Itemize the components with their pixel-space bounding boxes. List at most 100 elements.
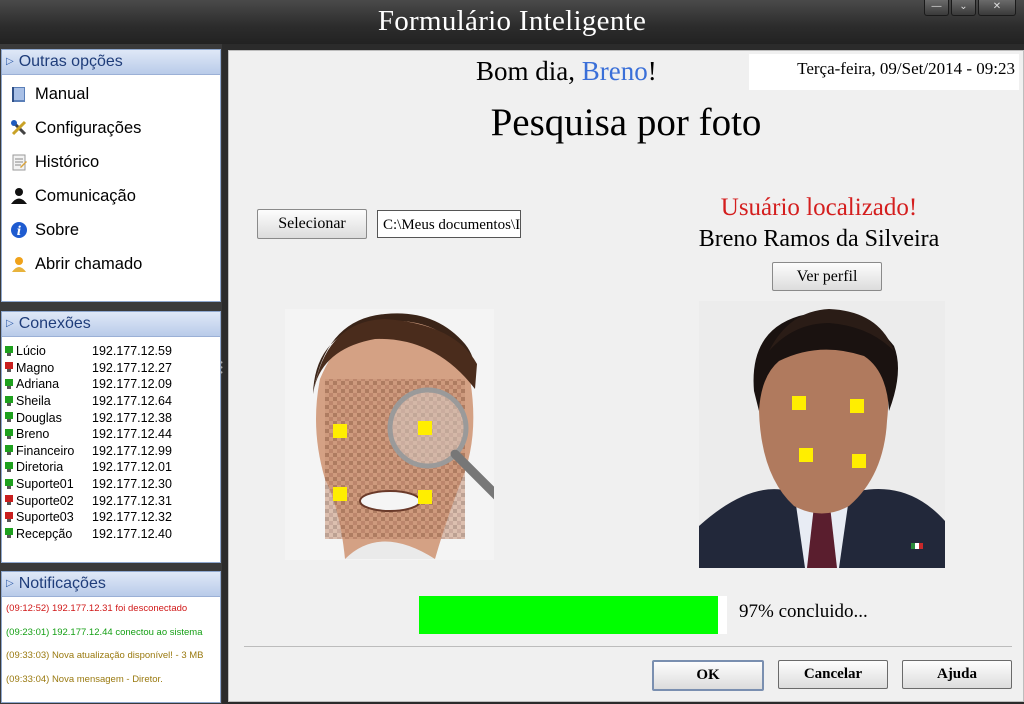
connection-ip: 192.177.12.30 — [92, 477, 172, 492]
notification-item: (09:12:52) 192.177.12.31 foi desconectad… — [6, 603, 188, 614]
connection-ip: 192.177.12.40 — [92, 526, 172, 541]
cancel-button[interactable]: Cancelar — [778, 660, 888, 689]
connection-name: Magno — [16, 360, 55, 375]
connection-row[interactable]: Suporte01 192.177.12.30 — [2, 476, 220, 493]
computer-online-icon — [5, 478, 14, 490]
connection-name: Financeiro — [16, 443, 75, 458]
connection-row[interactable]: Magno 192.177.12.27 — [2, 360, 220, 377]
connection-name: Breno — [16, 427, 50, 442]
notification-item: (09:23:01) 192.177.12.44 conectou ao sis… — [6, 626, 203, 638]
computer-online-icon — [5, 345, 14, 357]
window-title: Formulário Inteligente — [377, 5, 647, 37]
matched-photo — [699, 301, 945, 568]
connection-row[interactable]: Recepção 192.177.12.40 — [2, 526, 220, 543]
menu-item-configuracoes[interactable]: Configurações — [2, 111, 220, 145]
page-title: Pesquisa por foto — [490, 101, 762, 144]
connections-list: Lúcio 192.177.12.59 Magno 192.177.12.27 Adri… — [2, 337, 220, 542]
svg-text:i: i — [17, 224, 22, 238]
connection-row[interactable]: Lúcio 192.177.12.59 — [2, 343, 220, 360]
history-icon — [12, 154, 27, 171]
progress-fill — [419, 596, 718, 634]
panel-splitter[interactable]: • • • — [220, 359, 226, 380]
computer-offline-icon — [5, 362, 14, 373]
restore-button[interactable]: ⌄ — [951, 0, 976, 16]
tools-icon — [11, 120, 27, 136]
window-controls: — ⌄ ✕ — [922, 0, 1016, 16]
menu-item-historico[interactable]: Histórico — [2, 145, 220, 179]
connection-ip: 192.177.12.59 — [92, 344, 172, 359]
notification-item: (09:33:03) Nova atualização disponível! … — [6, 650, 204, 661]
computer-online-icon — [5, 378, 14, 390]
connection-ip: 192.177.12.32 — [92, 510, 172, 525]
connection-row[interactable]: Douglas 192.177.12.38 — [2, 409, 220, 426]
computer-online-icon — [5, 528, 14, 539]
connection-row[interactable]: Financeiro 192.177.12.99 — [2, 443, 220, 460]
connection-row[interactable]: Suporte02 192.177.12.31 — [2, 492, 220, 509]
computer-offline-icon — [5, 511, 14, 523]
menu-item-manual[interactable]: Manual — [2, 77, 220, 111]
connection-name: Lúcio — [16, 344, 46, 359]
menu-item-comunicacao[interactable]: Comunicação — [2, 179, 220, 213]
computer-online-icon — [5, 461, 14, 473]
options-panel-header[interactable]: ▷ Outras opções — [2, 50, 220, 75]
computer-online-icon — [5, 445, 14, 456]
query-face-image — [313, 313, 494, 559]
connection-row[interactable]: Suporte03 192.177.12.32 — [2, 509, 220, 526]
connection-ip: 192.177.12.64 — [92, 394, 172, 409]
computer-online-icon — [5, 428, 14, 440]
notifications-panel: ▷ Notificações (09:12:52) 192.177.12.31 f… — [1, 571, 221, 703]
connection-row[interactable]: Diretoria 192.177.12.01 — [2, 459, 220, 476]
user-icon — [11, 188, 27, 204]
connection-ip: 192.177.12.31 — [92, 493, 172, 508]
notifications-list: (09:12:52) 192.177.12.31 foi desconectad… — [2, 597, 220, 691]
computer-online-icon — [5, 395, 14, 407]
connection-row[interactable]: Adriana 192.177.12.09 — [2, 376, 220, 393]
help-button[interactable]: Ajuda — [902, 660, 1012, 689]
connection-ip: 192.177.12.99 — [92, 443, 172, 458]
expand-triangle-icon: ▷ — [6, 318, 14, 329]
connection-ip: 192.177.12.27 — [92, 360, 172, 375]
connection-name: Adriana — [16, 377, 60, 392]
main-panel: Bom dia, Breno! Terça-feira, 09/Set/2014… — [228, 50, 1024, 702]
close-button[interactable]: ✕ — [978, 0, 1016, 16]
greeting-user-name: Breno — [581, 56, 648, 86]
connection-ip: 192.177.12.01 — [92, 460, 172, 475]
connection-name: Suporte01 — [16, 477, 74, 492]
ok-button[interactable]: OK — [652, 660, 764, 691]
notification-item: (09:33:04) Nova mensagem - Diretor. — [6, 673, 163, 685]
greeting: Bom dia, Breno! — [476, 56, 657, 86]
progress-label: 97% concluido... — [739, 601, 868, 622]
connection-name: Douglas — [16, 410, 62, 425]
info-icon: i — [11, 222, 27, 238]
connection-ip: 192.177.12.44 — [92, 427, 172, 442]
title-bar: Formulário Inteligente — ⌄ ✕ — [0, 0, 1024, 44]
connection-ip: 192.177.12.09 — [92, 377, 172, 392]
options-panel: ▷ Outras opções Manual Configurações Hist… — [1, 49, 221, 302]
expand-triangle-icon: ▷ — [6, 56, 14, 67]
result-status: Usuário localizado! — [720, 194, 918, 221]
connection-name: Sheila — [16, 394, 51, 409]
menu-item-sobre[interactable]: i Sobre — [2, 213, 220, 247]
date-time: Terça-feira, 09/Set/2014 - 09:23 — [749, 54, 1019, 90]
result-person-name: Breno Ramos da Silveira — [698, 226, 940, 252]
connection-ip: 192.177.12.38 — [92, 410, 172, 425]
book-icon — [12, 87, 25, 102]
file-path-field[interactable]: C:\Meus documentos\Im — [377, 210, 521, 238]
menu-item-abrir-chamado[interactable]: Abrir chamado — [2, 247, 220, 281]
view-profile-button[interactable]: Ver perfil — [772, 262, 882, 291]
connection-row[interactable]: Breno 192.177.12.44 — [2, 426, 220, 443]
connections-panel: ▷ Conexões Lúcio 192.177.12.59 Magno 192.177… — [1, 311, 221, 563]
select-file-button[interactable]: Selecionar — [257, 209, 367, 239]
connection-name: Recepção — [16, 526, 73, 541]
query-photo — [285, 309, 494, 560]
support-icon — [12, 257, 26, 272]
connection-name: Suporte02 — [16, 493, 74, 508]
minimize-button[interactable]: — — [924, 0, 949, 16]
computer-offline-icon — [5, 495, 14, 506]
notifications-panel-header[interactable]: ▷ Notificações — [2, 572, 220, 597]
sidebar: ▷ Outras opções Manual Configurações Hist… — [0, 44, 222, 704]
computer-online-icon — [5, 412, 14, 423]
progress-bar — [419, 596, 727, 634]
connection-row[interactable]: Sheila 192.177.12.64 — [2, 393, 220, 410]
connections-panel-header[interactable]: ▷ Conexões — [2, 312, 220, 337]
